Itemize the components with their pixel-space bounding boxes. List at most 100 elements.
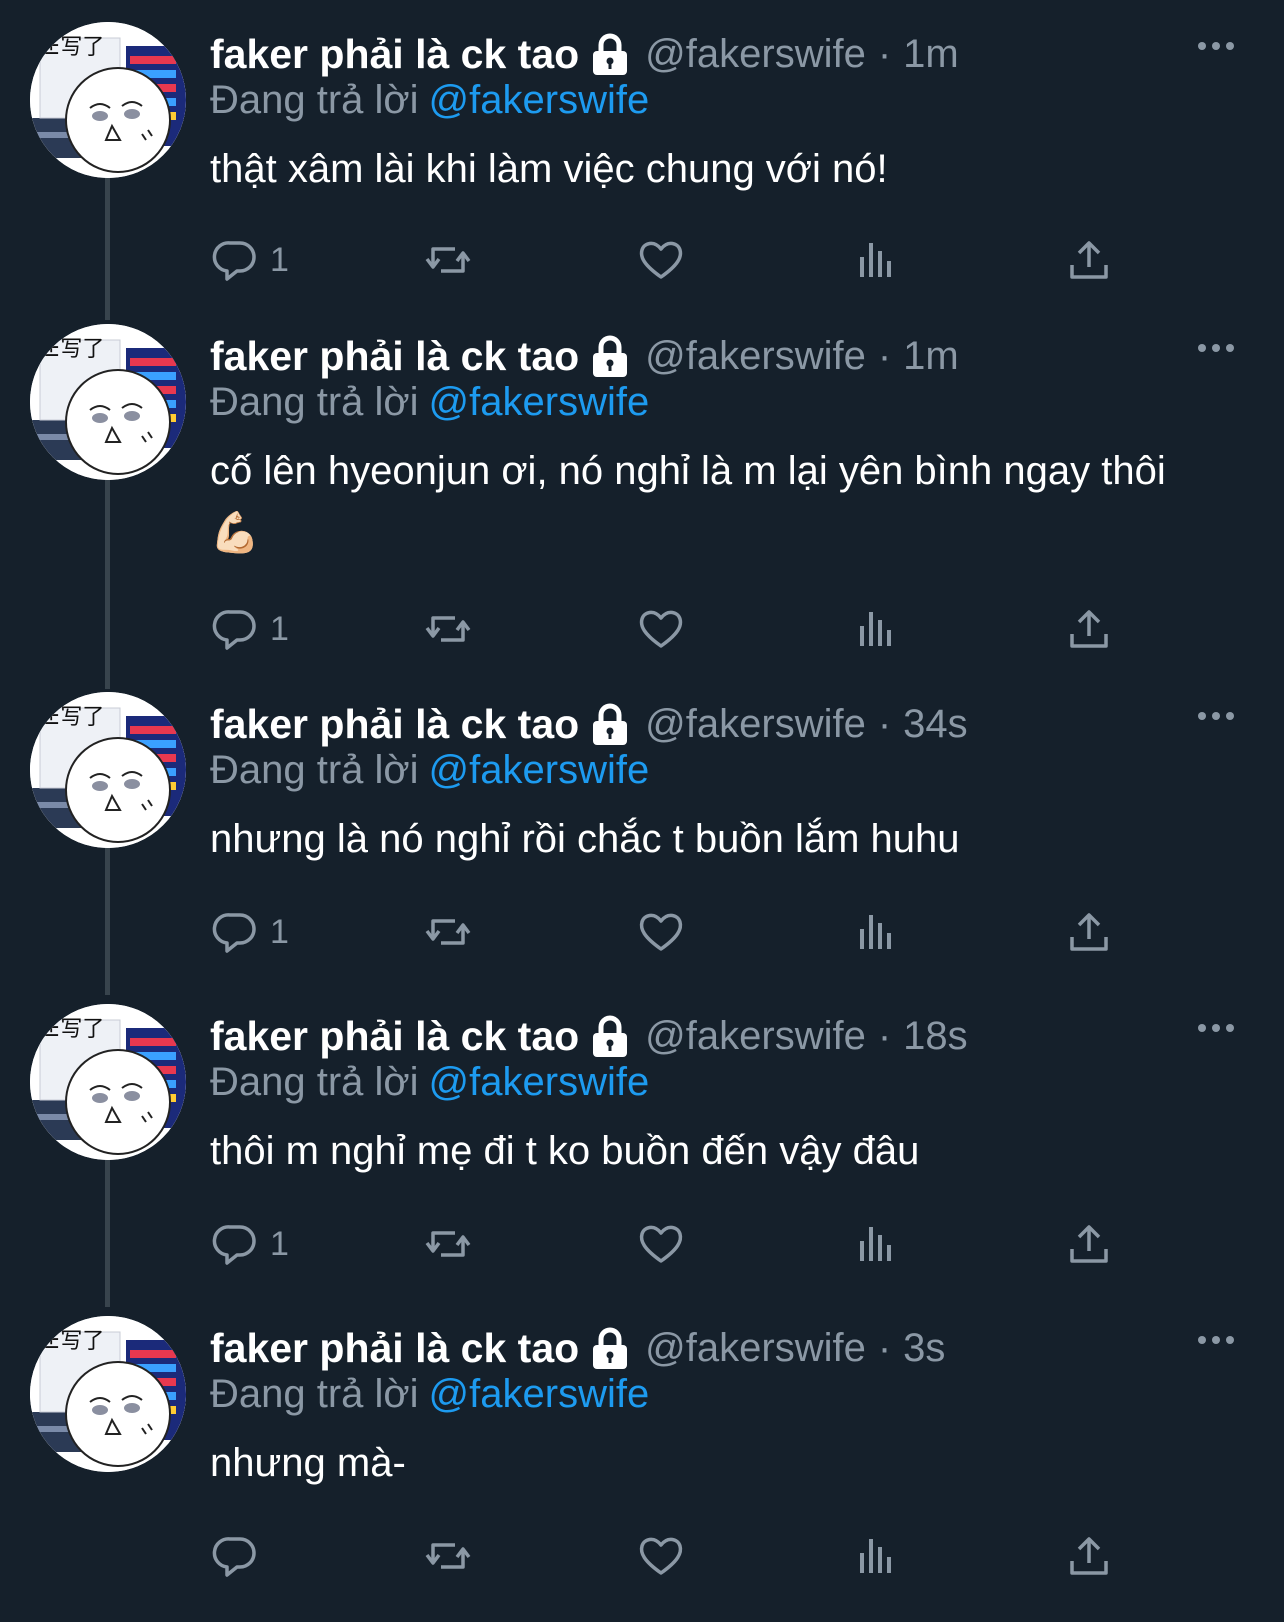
like-button[interactable] <box>636 1214 686 1274</box>
display-name[interactable]: faker phải là ck tao <box>210 333 579 380</box>
lock-icon <box>589 1013 631 1059</box>
mention-link[interactable]: @fakerswife <box>429 380 650 424</box>
replying-to-line: Đang trả lời @fakerswife <box>210 78 649 123</box>
replying-to-line: Đang trả lời @fakerswife <box>210 1060 649 1105</box>
thread-connector-line <box>105 175 110 320</box>
separator-dot: · <box>877 1013 892 1058</box>
tweet[interactable]: faker phải là ck tao @fakerswife · 34s Đ… <box>0 670 1284 995</box>
like-button[interactable] <box>636 902 686 962</box>
thread-connector-line <box>105 477 110 689</box>
mention-link[interactable]: @fakerswife <box>429 1060 650 1104</box>
retweet-icon <box>425 1231 471 1257</box>
more-options-icon[interactable] <box>1196 1020 1236 1036</box>
lock-icon <box>589 1325 631 1371</box>
heart-icon <box>639 1537 683 1575</box>
replying-prefix: Đang trả lời <box>210 1372 419 1416</box>
share-icon <box>1070 241 1108 279</box>
replying-to-line: Đang trả lời @fakerswife <box>210 748 649 793</box>
speech-bubble-icon <box>212 1537 256 1577</box>
share-button[interactable] <box>1064 230 1114 290</box>
user-handle[interactable]: @fakerswife <box>645 32 866 77</box>
share-button[interactable] <box>1064 902 1114 962</box>
display-name[interactable]: faker phải là ck tao <box>210 1013 579 1060</box>
timestamp[interactable]: 3s <box>903 1326 945 1371</box>
display-name[interactable]: faker phải là ck tao <box>210 1325 579 1372</box>
timestamp[interactable]: 1m <box>903 32 959 77</box>
avatar[interactable] <box>30 22 186 178</box>
tweet-text: nhưng là nó nghỉ rồi chắc t buồn lắm huh… <box>210 817 960 861</box>
lock-icon <box>589 31 631 77</box>
display-name[interactable]: faker phải là ck tao <box>210 701 579 748</box>
mention-link[interactable]: @fakerswife <box>429 78 650 122</box>
retweet-icon <box>425 1543 471 1569</box>
retweet-button[interactable] <box>423 902 473 962</box>
share-button[interactable] <box>1064 1214 1114 1274</box>
user-handle[interactable]: @fakerswife <box>645 1014 866 1059</box>
tweet-header: faker phải là ck tao @fakerswife · 1m <box>210 26 959 82</box>
retweet-button[interactable] <box>423 1214 473 1274</box>
speech-bubble-icon <box>212 913 256 953</box>
share-button[interactable] <box>1064 1526 1114 1586</box>
tweet-text: thôi m nghỉ mẹ đi t ko buồn đến vậy đâu <box>210 1129 920 1173</box>
user-handle[interactable]: @fakerswife <box>645 334 866 379</box>
like-button[interactable] <box>636 230 686 290</box>
tweet-text: thật xâm lài khi làm việc chung với nó! <box>210 147 888 191</box>
timestamp[interactable]: 34s <box>903 702 968 747</box>
bar-chart-icon <box>860 243 891 277</box>
retweet-button[interactable] <box>423 230 473 290</box>
reply-button[interactable] <box>210 1526 270 1586</box>
like-button[interactable] <box>636 599 686 659</box>
heart-icon <box>639 241 683 279</box>
tweet-header: faker phải là ck tao @fakerswife · 34s <box>210 696 968 752</box>
speech-bubble-icon <box>212 1225 256 1265</box>
user-handle[interactable]: @fakerswife <box>645 1326 866 1371</box>
separator-dot: · <box>877 333 892 378</box>
more-options-icon[interactable] <box>1196 340 1236 356</box>
retweet-button[interactable] <box>423 1526 473 1586</box>
views-button[interactable] <box>850 1526 900 1586</box>
share-icon <box>1070 610 1108 648</box>
display-name[interactable]: faker phải là ck tao <box>210 31 579 78</box>
views-button[interactable] <box>850 902 900 962</box>
share-button[interactable] <box>1064 599 1114 659</box>
speech-bubble-icon <box>212 241 256 281</box>
views-button[interactable] <box>850 1214 900 1274</box>
thread-connector-line <box>105 845 110 995</box>
avatar[interactable] <box>30 692 186 848</box>
tweet-text: nhưng mà- <box>210 1441 406 1485</box>
retweet-button[interactable] <box>423 599 473 659</box>
avatar[interactable] <box>30 1316 186 1472</box>
tweet[interactable]: faker phải là ck tao @fakerswife · 1m Đa… <box>0 0 1284 320</box>
timestamp[interactable]: 18s <box>903 1014 968 1059</box>
tweet-header: faker phải là ck tao @fakerswife · 3s <box>210 1320 945 1376</box>
bar-chart-icon <box>860 1539 891 1573</box>
tweet[interactable]: faker phải là ck tao @fakerswife · 1m Đa… <box>0 302 1284 689</box>
timestamp[interactable]: 1m <box>903 334 959 379</box>
separator-dot: · <box>877 31 892 76</box>
reply-button[interactable]: 1 <box>210 599 289 659</box>
tweet[interactable]: faker phải là ck tao @fakerswife · 18s Đ… <box>0 982 1284 1307</box>
tweet[interactable]: faker phải là ck tao @fakerswife · 3s Đa… <box>0 1294 1284 1622</box>
more-options-icon[interactable] <box>1196 38 1236 54</box>
views-button[interactable] <box>850 599 900 659</box>
mention-link[interactable]: @fakerswife <box>429 748 650 792</box>
lock-icon <box>589 333 631 379</box>
avatar[interactable] <box>30 324 186 480</box>
views-button[interactable] <box>850 230 900 290</box>
user-handle[interactable]: @fakerswife <box>645 702 866 747</box>
reply-button[interactable]: 1 <box>210 902 289 962</box>
more-options-icon[interactable] <box>1196 708 1236 724</box>
replying-prefix: Đang trả lời <box>210 748 419 792</box>
heart-icon <box>639 610 683 648</box>
avatar[interactable] <box>30 1004 186 1160</box>
action-bar: 1 <box>210 1214 1110 1274</box>
action-bar: 1 <box>210 902 1110 962</box>
reply-button[interactable]: 1 <box>210 230 289 290</box>
like-button[interactable] <box>636 1526 686 1586</box>
share-icon <box>1070 913 1108 951</box>
more-options-icon[interactable] <box>1196 1332 1236 1348</box>
share-icon <box>1070 1225 1108 1263</box>
reply-button[interactable]: 1 <box>210 1214 289 1274</box>
replying-prefix: Đang trả lời <box>210 78 419 122</box>
mention-link[interactable]: @fakerswife <box>429 1372 650 1416</box>
